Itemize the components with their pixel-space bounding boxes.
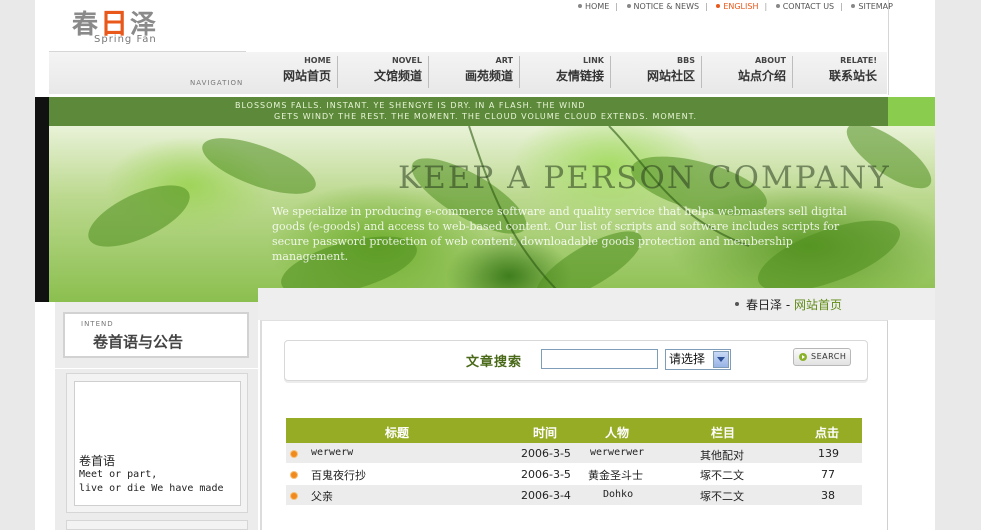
row-column[interactable]: 塚不二文 xyxy=(700,488,744,504)
nav-item-cn: 站点介绍 xyxy=(737,69,786,83)
banner-edge xyxy=(35,97,49,302)
sidebar-panel xyxy=(66,520,248,530)
nav-item-cn: 联系站长 xyxy=(828,69,877,83)
banner-line1: BLOSSOMS FALLS. INSTANT. YE SHENGYE IS D… xyxy=(235,101,586,110)
column-header-date: 时间 xyxy=(533,426,558,440)
bullet-icon xyxy=(291,493,297,499)
breadcrumb-current[interactable]: 网站首页 xyxy=(794,298,842,312)
search-button-label: SEARCH xyxy=(811,352,847,361)
sidebar-header-title: 卷首语与公告 xyxy=(93,333,184,351)
bullet-icon xyxy=(291,451,297,457)
nav-item-en: BBS xyxy=(677,56,695,65)
category-select-value: 请选择 xyxy=(669,352,706,366)
top-link-sitemap[interactable]: SITEMAP xyxy=(858,2,893,11)
row-column[interactable]: 其他配对 xyxy=(700,447,744,463)
column-header-column: 栏目 xyxy=(711,426,736,440)
nav-item-cn: 友情链接 xyxy=(555,69,604,83)
nav-item-en: NOVEL xyxy=(391,56,422,65)
breadcrumb: 春日泽 - 网站首页 xyxy=(746,296,842,313)
breadcrumb-site[interactable]: 春日泽 xyxy=(746,298,782,312)
separator: | xyxy=(705,2,708,11)
row-clicks: 139 xyxy=(818,447,839,460)
intro-text: Meet or part, xyxy=(79,469,158,480)
nav-item-relate[interactable]: RELATE! 联系站长 xyxy=(793,56,883,88)
column-header-person: 人物 xyxy=(605,426,630,440)
chevron-down-icon[interactable] xyxy=(713,351,729,368)
sidebar-divider xyxy=(55,368,258,369)
top-links: HOME | NOTICE & NEWS | ENGLISH | CONTACT US… xyxy=(578,2,893,11)
page-margin-left xyxy=(0,0,35,530)
row-person: Dohko xyxy=(603,489,634,500)
bullet-icon xyxy=(775,4,780,8)
top-link-notice[interactable]: NOTICE & NEWS xyxy=(634,2,700,11)
top-link-contact[interactable]: CONTACT US xyxy=(783,2,834,11)
nav-item-en: ART xyxy=(495,56,513,65)
row-column[interactable]: 塚不二文 xyxy=(700,467,744,483)
bullet-icon xyxy=(716,4,721,8)
separator: | xyxy=(840,2,843,11)
separator: | xyxy=(615,2,618,11)
row-clicks: 38 xyxy=(821,489,835,502)
nav-item-en: ABOUT xyxy=(754,56,786,65)
row-date: 2006-3-4 xyxy=(521,489,571,502)
bullet-icon xyxy=(626,4,631,8)
separator: | xyxy=(764,2,768,11)
nav-item-about[interactable]: ABOUT 站点介绍 xyxy=(702,56,793,88)
row-person: werwerwer xyxy=(590,447,645,458)
row-date: 2006-3-5 xyxy=(521,468,571,481)
bullet-icon xyxy=(851,4,856,8)
nav-item-link[interactable]: LINK 友情链接 xyxy=(520,56,611,88)
top-link-home[interactable]: HOME xyxy=(585,2,609,11)
nav-item-cn: 文馆频道 xyxy=(373,69,422,83)
nav-label: NAVIGATION xyxy=(190,79,244,87)
table-row xyxy=(286,485,862,505)
search-button[interactable]: SEARCH xyxy=(793,348,851,366)
banner-line2: GETS WINDY THE REST. THE MOMENT. THE CLO… xyxy=(274,112,698,121)
arrow-right-icon xyxy=(799,353,807,361)
logo-subtitle: Spring Fan xyxy=(94,34,157,45)
bullet-icon xyxy=(735,302,739,306)
banner-title: KEEP A PERSON COMPANY xyxy=(398,160,891,196)
column-header-title: 标题 xyxy=(385,426,410,440)
nav-item-en: HOME xyxy=(304,56,331,65)
nav-item-en: LINK xyxy=(583,56,604,65)
row-person: 黄金圣斗士 xyxy=(588,469,643,482)
search-label: 文章搜索 xyxy=(466,355,523,370)
bullet-icon xyxy=(291,472,297,478)
row-date: 2006-3-5 xyxy=(521,447,571,460)
nav-item-cn: 画苑频道 xyxy=(464,69,513,83)
nav-item-cn: 网站首页 xyxy=(282,69,331,83)
table-row xyxy=(286,464,862,484)
banner-band-accent xyxy=(888,97,935,126)
intro-title: 卷首语 xyxy=(79,454,116,468)
header-divider xyxy=(888,0,889,95)
nav-item-novel[interactable]: NOVEL 文馆频道 xyxy=(338,56,429,88)
table-row xyxy=(286,443,862,463)
intro-text: live or die We have made xyxy=(79,483,224,494)
nav-item-bbs[interactable]: BBS 网站社区 xyxy=(611,56,702,88)
top-link-english[interactable]: ENGLISH xyxy=(723,2,758,11)
row-clicks: 77 xyxy=(821,468,835,481)
nav-item-art[interactable]: ART 画苑频道 xyxy=(429,56,520,88)
nav-item-en: RELATE! xyxy=(840,56,877,65)
search-input[interactable] xyxy=(541,349,658,369)
table-header xyxy=(286,418,862,443)
breadcrumb-separator: - xyxy=(785,298,791,312)
sidebar-header-en: INTEND xyxy=(81,320,114,328)
column-header-clicks: 点击 xyxy=(815,426,840,440)
row-title[interactable]: 父亲 xyxy=(311,488,333,504)
nav-item-home[interactable]: HOME 网站首页 xyxy=(247,56,338,88)
row-title[interactable]: werwerw xyxy=(311,447,353,458)
banner-description: We specialize in producing e-commerce so… xyxy=(272,205,847,263)
bullet-icon xyxy=(578,4,582,8)
row-title[interactable]: 百鬼夜行抄 xyxy=(311,467,366,483)
page-margin-right xyxy=(935,0,981,530)
nav-item-cn: 网站社区 xyxy=(646,69,695,83)
